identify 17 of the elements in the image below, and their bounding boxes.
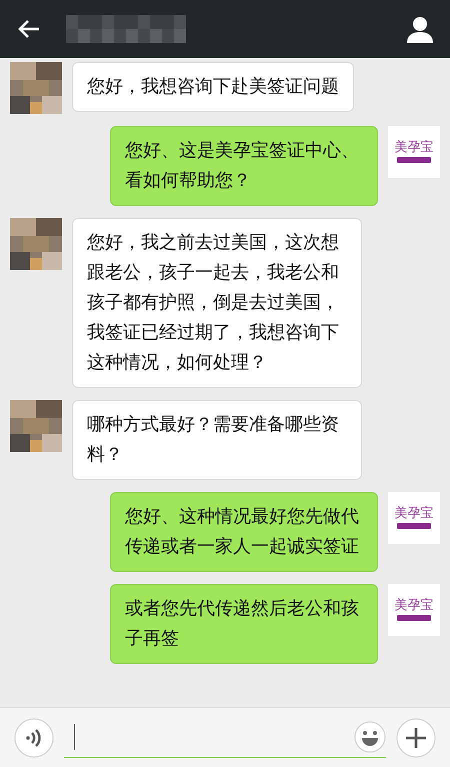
back-icon[interactable]	[18, 19, 40, 39]
logo-banner	[397, 523, 431, 529]
message-bubble: 您好，我想咨询下赴美签证问题	[72, 62, 354, 112]
logo-text: 美孕宝	[394, 141, 434, 154]
voice-icon[interactable]	[14, 718, 54, 758]
message-bubble: 您好、这是美孕宝签证中心、看如何帮助您？	[110, 126, 378, 206]
message-bubble: 哪种方式最好？需要准备哪些资料？	[72, 400, 362, 480]
profile-icon[interactable]	[406, 15, 434, 43]
logo-banner	[397, 615, 431, 621]
message-bubble: 或者您先代传递然后老公和孩子再签	[110, 584, 378, 664]
logo-text: 美孕宝	[394, 599, 434, 612]
logo-banner	[397, 157, 431, 163]
message-bubble: 您好、这种情况最好您先做代传递或者一家人一起诚实签证	[110, 492, 378, 572]
add-icon[interactable]	[396, 718, 436, 758]
emoji-icon[interactable]	[354, 721, 386, 753]
logo-text: 美孕宝	[394, 507, 434, 520]
message-bubble: 您好，我之前去过美国，这次想跟老公，孩子一起去，我老公和孩子都有护照，倒是去过美国，我签证已经过期了，我想咨询下这种情况，如何处理？	[72, 218, 362, 388]
